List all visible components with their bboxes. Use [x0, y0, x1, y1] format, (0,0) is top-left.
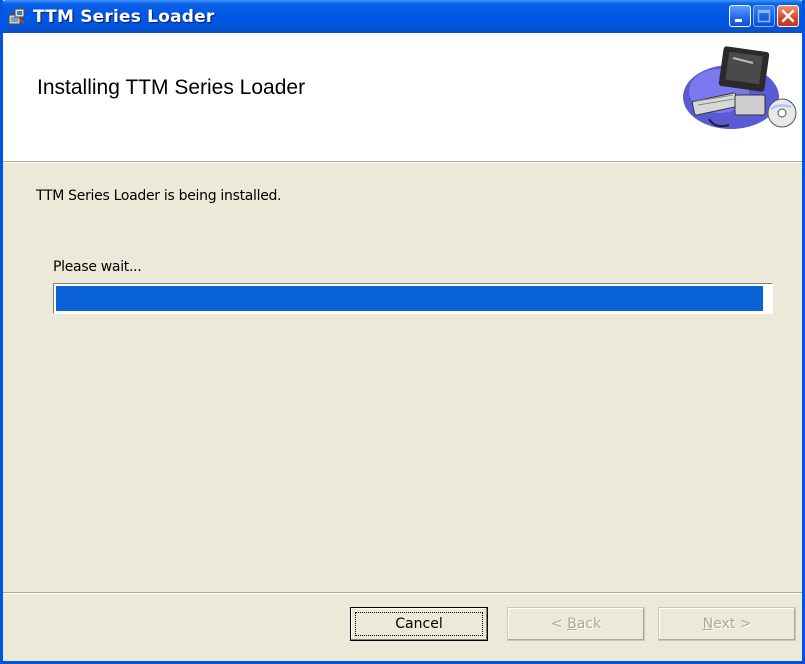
close-button[interactable] — [777, 5, 799, 27]
install-progress-bar — [53, 283, 773, 314]
header-banner: Installing TTM Series Loader — [3, 33, 802, 162]
page-title: Installing TTM Series Loader — [37, 76, 306, 99]
minimize-icon — [735, 19, 742, 22]
back-button[interactable]: < Back — [507, 607, 645, 641]
focus-rectangle — [355, 612, 483, 636]
back-label: < Back — [550, 616, 602, 632]
please-wait-label: Please wait... — [53, 259, 142, 275]
computer-with-cd-icon — [683, 46, 797, 129]
title-bar[interactable]: TTM Series Loader — [3, 0, 802, 33]
cancel-button[interactable]: Cancel — [349, 606, 489, 642]
next-label: Next > — [702, 616, 752, 632]
installer-window: TTM Series Loader Installing TTM Series … — [0, 0, 805, 664]
close-icon — [781, 9, 795, 23]
progress-fill — [56, 286, 763, 311]
maximize-icon — [757, 9, 771, 23]
window-title: TTM Series Loader — [33, 7, 215, 27]
maximize-button[interactable] — [753, 5, 775, 27]
minimize-button[interactable] — [729, 5, 751, 27]
next-button[interactable]: Next > — [658, 607, 796, 641]
banner-divider — [3, 162, 802, 163]
install-status-text: TTM Series Loader is being installed. — [36, 188, 282, 204]
installer-app-icon — [8, 8, 25, 25]
